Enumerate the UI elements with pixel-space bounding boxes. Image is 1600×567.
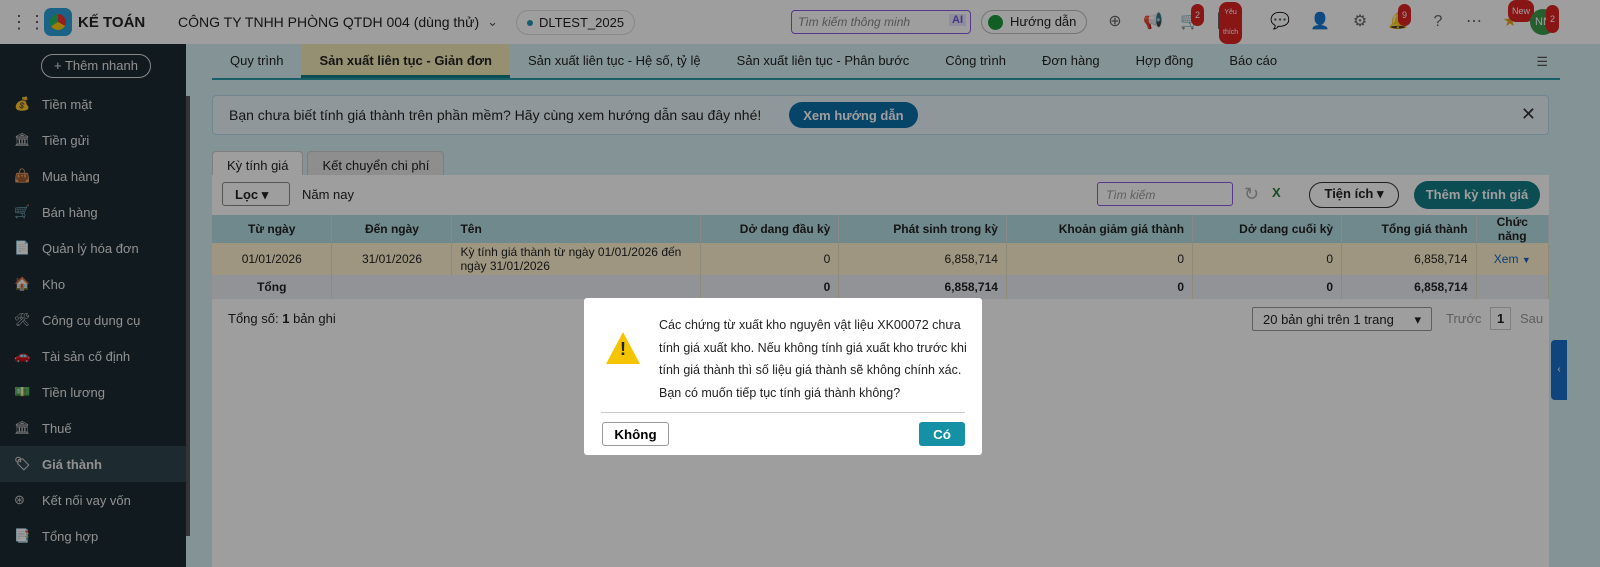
yes-button[interactable]: Có: [919, 422, 965, 446]
dialog-message: Các chứng từ xuất kho nguyên vật liệu XK…: [659, 318, 967, 400]
divider: [601, 412, 965, 413]
warning-dialog: ! Các chứng từ xuất kho nguyên vật liệu …: [584, 298, 982, 455]
warning-icon: !: [606, 332, 640, 364]
no-button[interactable]: Không: [602, 422, 669, 446]
modal-overlay: [0, 0, 1600, 567]
